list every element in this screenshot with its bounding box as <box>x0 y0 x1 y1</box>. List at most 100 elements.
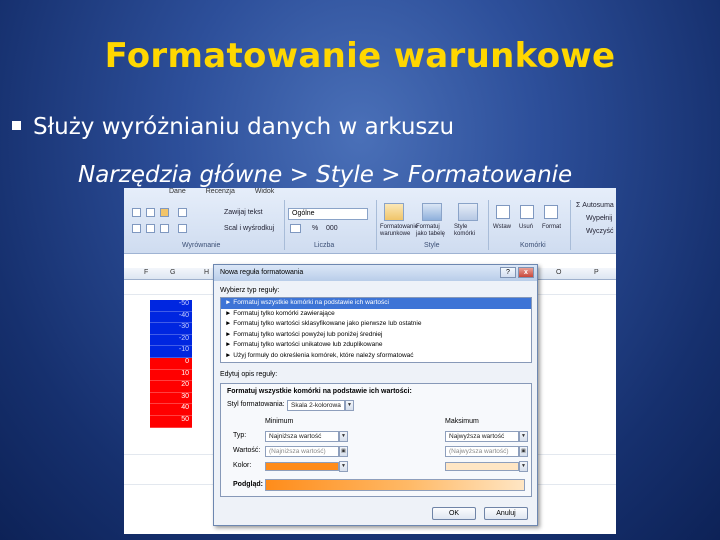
ribbon-tabs: Dane Recenzja Widok <box>169 188 292 195</box>
rule-item-label: Formatuj tylko komórki zawierające <box>233 309 335 317</box>
currency-icon[interactable] <box>290 224 301 233</box>
align-right-icon[interactable] <box>160 224 169 233</box>
format-style-select[interactable]: Skala 2-kolorowa <box>287 400 345 411</box>
percent-style-button[interactable]: % <box>312 225 318 232</box>
max-color-swatch[interactable] <box>445 462 519 471</box>
menu-path: Narzędzia główne > Style > Formatowanie <box>78 162 573 188</box>
cell-styles-icon[interactable] <box>458 203 478 221</box>
chevron-down-icon[interactable]: ▼ <box>519 431 528 442</box>
rule-item[interactable]: ► Użyj formuły do określenia komórek, kt… <box>221 351 531 362</box>
thousands-separator-button[interactable]: 000 <box>326 225 338 232</box>
wrap-text-button[interactable]: Zawijaj tekst <box>224 209 263 216</box>
min-color-swatch[interactable] <box>265 462 339 471</box>
rule-item[interactable]: ► Formatuj tylko komórki zawierające <box>221 309 531 320</box>
help-button[interactable]: ? <box>500 267 516 278</box>
format-as-table-icon[interactable] <box>422 203 442 221</box>
column-header-g[interactable]: G <box>170 269 175 276</box>
format-cells-icon[interactable] <box>544 205 558 219</box>
column-header-f[interactable]: F <box>144 269 148 276</box>
select-rule-type-label: Wybierz typ reguły: <box>220 287 280 294</box>
format-style-label: Styl formatowania: <box>227 401 285 408</box>
chevron-down-icon[interactable]: ▼ <box>339 431 348 442</box>
close-button[interactable]: x <box>518 267 534 278</box>
chevron-down-icon[interactable]: ▼ <box>345 400 354 411</box>
dialog-titlebar[interactable]: Nowa reguła formatowania ? x <box>214 265 537 281</box>
align-top-icon[interactable] <box>132 208 141 217</box>
insert-cells-icon[interactable] <box>496 205 510 219</box>
edit-rule-label: Edytuj opis reguły: <box>220 371 278 378</box>
column-header-h[interactable]: H <box>204 269 209 276</box>
range-select-icon[interactable]: ▣ <box>339 446 348 457</box>
cell[interactable]: 20 <box>150 381 192 393</box>
column-header-o[interactable]: O <box>556 269 561 276</box>
ribbon: Dane Recenzja Widok Zawijaj tekst Scal i… <box>124 188 616 254</box>
rule-item-label: Formatuj tylko wartości unikatowe lub zd… <box>233 341 383 348</box>
rule-item[interactable]: ► Formatuj tylko wartości sklasyfikowane… <box>221 319 531 330</box>
indent-icon[interactable] <box>178 224 187 233</box>
cell[interactable]: -10 <box>150 346 192 358</box>
conditional-formatting-icon[interactable] <box>384 203 404 221</box>
rule-item[interactable]: ► Formatuj wszystkie komórki na podstawi… <box>221 298 531 309</box>
min-type-select[interactable]: Najniższa wartość <box>265 431 339 442</box>
ribbon-separator <box>488 200 489 250</box>
color-label: Kolor: <box>233 462 252 469</box>
cell-value: -10 <box>178 346 189 354</box>
chevron-down-icon[interactable]: ▼ <box>339 461 348 472</box>
cancel-button[interactable]: Anuluj <box>484 507 528 520</box>
rule-description-panel: Formatuj wszystkie komórki na podstawie … <box>220 383 532 497</box>
max-value-input[interactable]: (Najwyższa wartość) <box>445 446 519 457</box>
cell-value: 40 <box>181 404 189 412</box>
ribbon-separator <box>376 200 377 250</box>
format-as-table-button[interactable]: Formatuj jako tabelę <box>416 224 448 237</box>
bullet-text: Służy wyróżnianiu danych w arkuszu <box>33 114 455 140</box>
format-cells-button[interactable]: Format <box>542 224 561 230</box>
clear-button[interactable]: Wyczyść <box>586 228 614 235</box>
ribbon-separator <box>284 200 285 250</box>
range-select-icon[interactable]: ▣ <box>519 446 528 457</box>
fill-button[interactable]: Wypełnij <box>586 215 612 222</box>
group-alignment-label: Wyrównanie <box>182 242 221 249</box>
cell[interactable]: -40 <box>150 311 192 324</box>
cell[interactable]: -20 <box>150 334 192 347</box>
cell[interactable]: -50 <box>150 300 192 312</box>
align-center-icon[interactable] <box>146 224 155 233</box>
rule-item[interactable]: ► Formatuj tylko wartości powyżej lub po… <box>221 330 531 341</box>
group-styles-label: Style <box>424 242 440 249</box>
delete-cells-icon[interactable] <box>520 205 534 219</box>
tab-view[interactable]: Widok <box>255 188 274 195</box>
max-type-select[interactable]: Najwyższa wartość <box>445 431 519 442</box>
cell-styles-button[interactable]: Style komórki <box>454 224 484 237</box>
insert-cells-button[interactable]: Wstaw <box>493 224 511 230</box>
cell[interactable]: 40 <box>150 404 192 416</box>
cell-value: 10 <box>181 369 189 377</box>
align-bottom-icon[interactable] <box>160 208 169 217</box>
excel-screenshot: Dane Recenzja Widok Zawijaj tekst Scal i… <box>124 188 616 534</box>
min-value-input[interactable]: (Najniższa wartość) <box>265 446 339 457</box>
cell-value: -50 <box>178 300 189 307</box>
cell[interactable]: 50 <box>150 415 192 428</box>
group-number-label: Liczba <box>314 242 335 249</box>
cell[interactable]: 0 <box>150 357 192 370</box>
type-label: Typ: <box>233 432 247 439</box>
align-middle-icon[interactable] <box>146 208 155 217</box>
autosum-button[interactable]: Σ Autosuma <box>576 202 614 209</box>
cell[interactable]: -30 <box>150 323 192 335</box>
rule-type-list[interactable]: ► Formatuj wszystkie komórki na podstawi… <box>220 297 532 363</box>
cell-value: 30 <box>181 392 189 400</box>
merge-center-button[interactable]: Scal i wyśrodkuj <box>224 225 274 232</box>
cell[interactable]: 30 <box>150 392 192 405</box>
cell-value: -40 <box>178 311 189 319</box>
delete-cells-button[interactable]: Usuń <box>519 224 533 230</box>
rule-item-label: Formatuj tylko wartości sklasyfikowane j… <box>233 320 422 327</box>
tab-review[interactable]: Recenzja <box>206 188 235 195</box>
tab-data[interactable]: Dane <box>169 188 186 195</box>
rule-item[interactable]: ► Formatuj tylko wartości unikatowe lub … <box>221 340 531 351</box>
text-orientation-icon[interactable] <box>178 208 187 217</box>
ok-button[interactable]: OK <box>432 507 476 520</box>
chevron-down-icon[interactable]: ▼ <box>519 461 528 472</box>
column-header-p[interactable]: P <box>594 269 599 276</box>
align-left-icon[interactable] <box>132 224 141 233</box>
number-format-combo[interactable]: Ogólne <box>288 208 368 220</box>
conditional-formatting-button[interactable]: Formatowanie warunkowe <box>380 224 418 237</box>
cell[interactable]: 10 <box>150 369 192 382</box>
